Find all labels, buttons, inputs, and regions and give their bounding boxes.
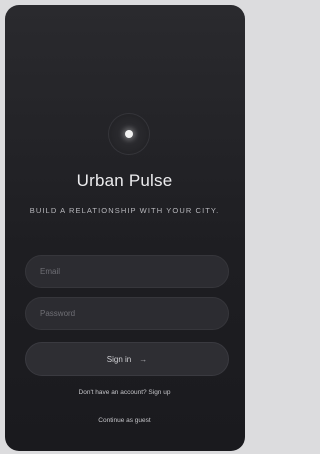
glowing-dot-icon <box>125 130 133 138</box>
continue-as-guest-link[interactable]: Continue as guest <box>0 417 249 424</box>
email-field[interactable] <box>25 255 229 288</box>
password-field[interactable] <box>25 297 229 330</box>
sign-up-link[interactable]: Don't have an account? Sign up <box>0 389 249 396</box>
sign-in-label: Sign in <box>106 354 132 364</box>
app-title: Urban Pulse <box>76 171 173 190</box>
login-screen <box>5 5 245 451</box>
logo-icon <box>109 114 149 154</box>
app-tagline: BUILD A RELATIONSHIP WITH YOUR CITY. <box>29 206 220 215</box>
sign-in-button[interactable]: Sign in → <box>25 342 229 376</box>
arrow-right-icon: → <box>139 354 148 364</box>
